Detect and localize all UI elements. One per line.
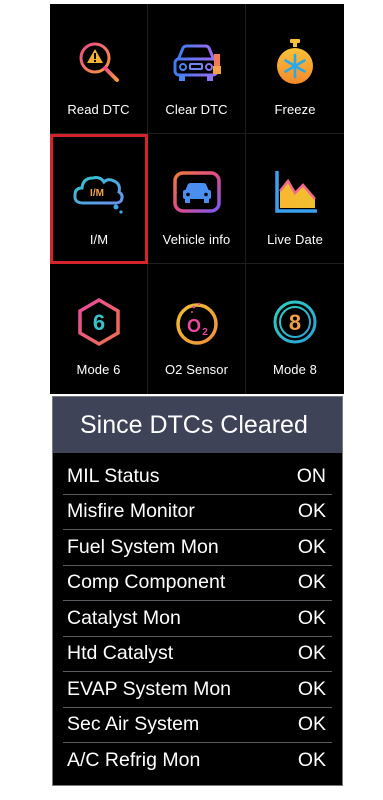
- monitor-status: OK: [297, 749, 326, 772]
- menu-item-label: O2 Sensor: [164, 362, 229, 377]
- menu-item-label: Live Date: [267, 232, 323, 247]
- list-item: Sec Air System OK: [63, 708, 332, 743]
- menu-item-mode-6[interactable]: 6 Mode 6: [50, 264, 148, 394]
- monitor-status: OK: [297, 500, 326, 523]
- monitor-status: OK: [297, 606, 326, 629]
- menu-item-label: I/M: [89, 232, 109, 247]
- menu-item-label: Vehicle info: [162, 232, 231, 247]
- monitor-name: Comp Component: [67, 571, 226, 594]
- menu-item-mode-8[interactable]: 8 Mode 8: [246, 264, 344, 394]
- live-data-icon: [265, 162, 325, 222]
- o2-icon-text: O: [186, 316, 200, 336]
- monitor-name: MIL Status: [67, 464, 160, 487]
- read-dtc-icon: [69, 32, 129, 92]
- monitor-name: Htd Catalyst: [67, 642, 174, 665]
- menu-item-vehicle-info[interactable]: Vehicle info: [148, 134, 246, 264]
- monitor-name: Sec Air System: [67, 713, 200, 736]
- monitor-status: OK: [297, 713, 326, 736]
- clear-dtc-icon: [167, 32, 227, 92]
- panel-title: Since DTCs Cleared: [53, 397, 342, 453]
- list-item: Catalyst Mon OK: [63, 601, 332, 637]
- monitor-name: Catalyst Mon: [67, 606, 181, 629]
- list-item: Fuel System Mon OK: [63, 530, 332, 566]
- mode-6-icon-text: 6: [92, 310, 104, 335]
- monitor-status: OK: [297, 677, 326, 700]
- menu-item-freeze[interactable]: Freeze: [246, 4, 344, 134]
- menu-item-read-dtc[interactable]: Read DTC: [50, 4, 148, 134]
- monitor-name: EVAP System Mon: [67, 677, 232, 700]
- o2-icon-subscript: 2: [202, 327, 208, 338]
- monitor-status: OK: [297, 535, 326, 558]
- monitor-status: OK: [297, 571, 326, 594]
- menu-item-clear-dtc[interactable]: Clear DTC: [148, 4, 246, 134]
- im-icon-text: I/M: [90, 188, 104, 199]
- menu-item-label: Clear DTC: [165, 102, 228, 117]
- menu-item-label: Mode 8: [273, 362, 317, 377]
- freeze-icon: [265, 32, 325, 92]
- menu-item-im[interactable]: I/M I/M: [50, 134, 148, 264]
- im-readiness-panel: Since DTCs Cleared MIL Status ON Misfire…: [52, 396, 343, 786]
- list-item: Htd Catalyst OK: [63, 637, 332, 672]
- monitor-status: OK: [297, 642, 326, 665]
- monitor-name: A/C Refrig Mon: [67, 749, 201, 772]
- list-item: Misfire Monitor OK: [63, 495, 332, 530]
- mode-6-icon: 6: [69, 292, 129, 352]
- menu-item-label: Read DTC: [67, 102, 130, 117]
- list-item: EVAP System Mon OK: [63, 672, 332, 708]
- menu-item-label: Freeze: [274, 102, 316, 117]
- menu-item-label: Mode 6: [76, 362, 121, 377]
- list-item: MIL Status ON: [63, 459, 332, 495]
- mode-8-icon-text: 8: [289, 310, 301, 335]
- im-icon: I/M: [69, 162, 129, 222]
- monitor-name: Fuel System Mon: [67, 535, 219, 558]
- mode-8-icon: 8: [265, 292, 325, 352]
- o2-sensor-icon: O 2: [167, 292, 227, 352]
- readiness-list: MIL Status ON Misfire Monitor OK Fuel Sy…: [53, 453, 342, 779]
- menu-item-o2-sensor[interactable]: O 2 O2 Sensor: [148, 264, 246, 394]
- list-item: A/C Refrig Mon OK: [63, 743, 332, 779]
- list-item: Comp Component OK: [63, 566, 332, 601]
- function-menu-grid: Read DTC Clear DTC Freeze I/M I/M Vehicl…: [50, 4, 344, 394]
- monitor-name: Misfire Monitor: [67, 500, 195, 523]
- monitor-status: ON: [296, 464, 326, 487]
- menu-item-live-data[interactable]: Live Date: [246, 134, 344, 264]
- vehicle-info-icon: [167, 162, 227, 222]
- screenshot: Read DTC Clear DTC Freeze I/M I/M Vehicl…: [0, 0, 383, 800]
